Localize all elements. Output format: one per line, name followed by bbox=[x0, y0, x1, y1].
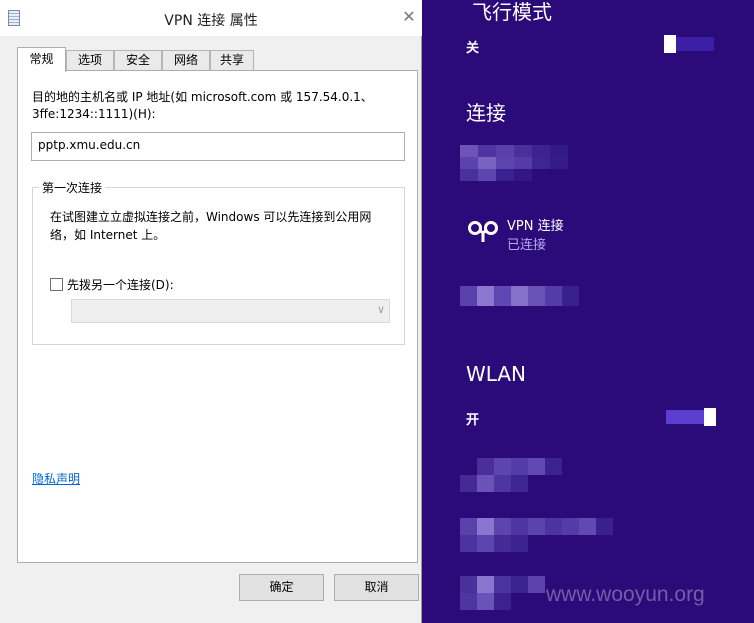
dial-first-checkbox[interactable] bbox=[50, 278, 63, 291]
connections-heading: 连接 bbox=[466, 101, 506, 125]
dial-first-label[interactable]: 先拨另一个连接(D): bbox=[67, 276, 174, 293]
network-charm-panel: 飞行模式 关 连接 VPN 连接 已连接 WLAN 开 www.wooyun.o… bbox=[422, 0, 754, 623]
first-connect-legend: 第一次连接 bbox=[39, 179, 106, 196]
dialog-title: VPN 连接 属性 bbox=[164, 13, 258, 29]
toggle-thumb bbox=[704, 408, 716, 426]
dial-first-select[interactable]: ∨ bbox=[71, 299, 390, 323]
tab-sharing[interactable]: 共享 bbox=[210, 50, 254, 71]
obscured-network-item[interactable] bbox=[460, 145, 568, 181]
vpn-connection-item[interactable]: VPN 连接 已连接 bbox=[466, 212, 716, 256]
obscured-wifi-network-item[interactable] bbox=[460, 458, 562, 492]
airplane-mode-state: 关 bbox=[466, 41, 480, 56]
toggle-thumb bbox=[664, 35, 676, 53]
chevron-down-icon: ∨ bbox=[376, 303, 385, 316]
vpn-connection-name: VPN 连接 bbox=[507, 219, 564, 234]
airplane-mode-heading: 飞行模式 bbox=[472, 0, 552, 24]
ok-button[interactable]: 确定 bbox=[239, 574, 324, 601]
general-tab-panel: 目的地的主机名或 IP 地址(如 microsoft.com 或 157.54.… bbox=[17, 70, 418, 563]
first-connect-description: 在试图建立立虚拟连接之前，Windows 可以先连接到公用网络，如 Intern… bbox=[50, 210, 372, 242]
obscured-wifi-network-item[interactable] bbox=[460, 576, 545, 610]
privacy-statement-link[interactable]: 隐私声明 bbox=[32, 470, 80, 487]
wlan-heading: WLAN bbox=[466, 362, 527, 386]
obscured-network-item[interactable] bbox=[460, 286, 579, 306]
watermark: www.wooyun.org bbox=[546, 583, 705, 606]
host-label: 目的地的主机名或 IP 地址(如 microsoft.com 或 157.54.… bbox=[32, 90, 373, 121]
tab-general[interactable]: 常规 bbox=[17, 47, 66, 72]
vpn-connection-status: 已连接 bbox=[507, 238, 547, 253]
wlan-toggle[interactable] bbox=[666, 408, 716, 426]
toggle-track bbox=[666, 410, 704, 424]
toggle-track bbox=[676, 37, 714, 51]
host-input[interactable]: pptp.xmu.edu.cn bbox=[31, 132, 405, 161]
wlan-state: 开 bbox=[466, 413, 480, 428]
vpn-properties-dialog: VPN 连接 属性 ✕ 常规 选项 安全 网络 共享 目的地的主机名或 IP 地… bbox=[0, 0, 422, 623]
title-bar: VPN 连接 属性 ✕ bbox=[0, 0, 422, 36]
airplane-mode-toggle[interactable] bbox=[664, 35, 714, 53]
cancel-button[interactable]: 取消 bbox=[334, 574, 419, 601]
obscured-wifi-network-item[interactable] bbox=[460, 518, 613, 552]
tab-networking[interactable]: 网络 bbox=[162, 50, 210, 71]
close-icon[interactable]: ✕ bbox=[396, 6, 422, 28]
tab-security[interactable]: 安全 bbox=[114, 50, 162, 71]
first-connect-group: 第一次连接 在试图建立立虚拟连接之前，Windows 可以先连接到公用网络，如 … bbox=[32, 179, 405, 345]
vpn-icon bbox=[468, 221, 498, 242]
tab-options[interactable]: 选项 bbox=[66, 50, 114, 71]
